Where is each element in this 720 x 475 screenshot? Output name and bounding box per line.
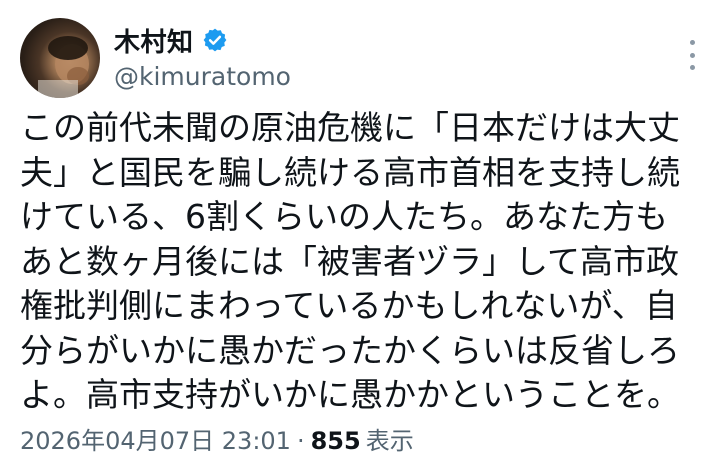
timestamp[interactable]: 2026年04月07日 23:01 — [20, 421, 291, 456]
views-label: 表示 — [365, 427, 414, 455]
tweet-text: この前代未聞の原油危機に「日本だけは大丈 夫」と国民を騙し続ける高市首相を支持し… — [20, 108, 680, 414]
user-handle[interactable]: @kimuratomo — [114, 62, 291, 91]
meta-separator: · — [296, 427, 305, 455]
avatar[interactable] — [20, 18, 100, 98]
tweet-card: 木村知 @kimuratomo この前代未聞の原油危機に「日本だけは大丈 夫」と… — [0, 0, 720, 475]
display-name[interactable]: 木村知 — [114, 22, 194, 59]
name-row: 木村知 — [114, 22, 291, 58]
user-info: 木村知 @kimuratomo — [114, 22, 291, 92]
more-vertical-icon[interactable] — [682, 40, 702, 70]
tweet-meta: 2026年04月07日 23:01 · 855 表示 — [20, 421, 414, 456]
avatar-image — [38, 36, 89, 98]
verified-badge-icon — [202, 27, 228, 53]
views-count: 855 — [310, 427, 361, 455]
